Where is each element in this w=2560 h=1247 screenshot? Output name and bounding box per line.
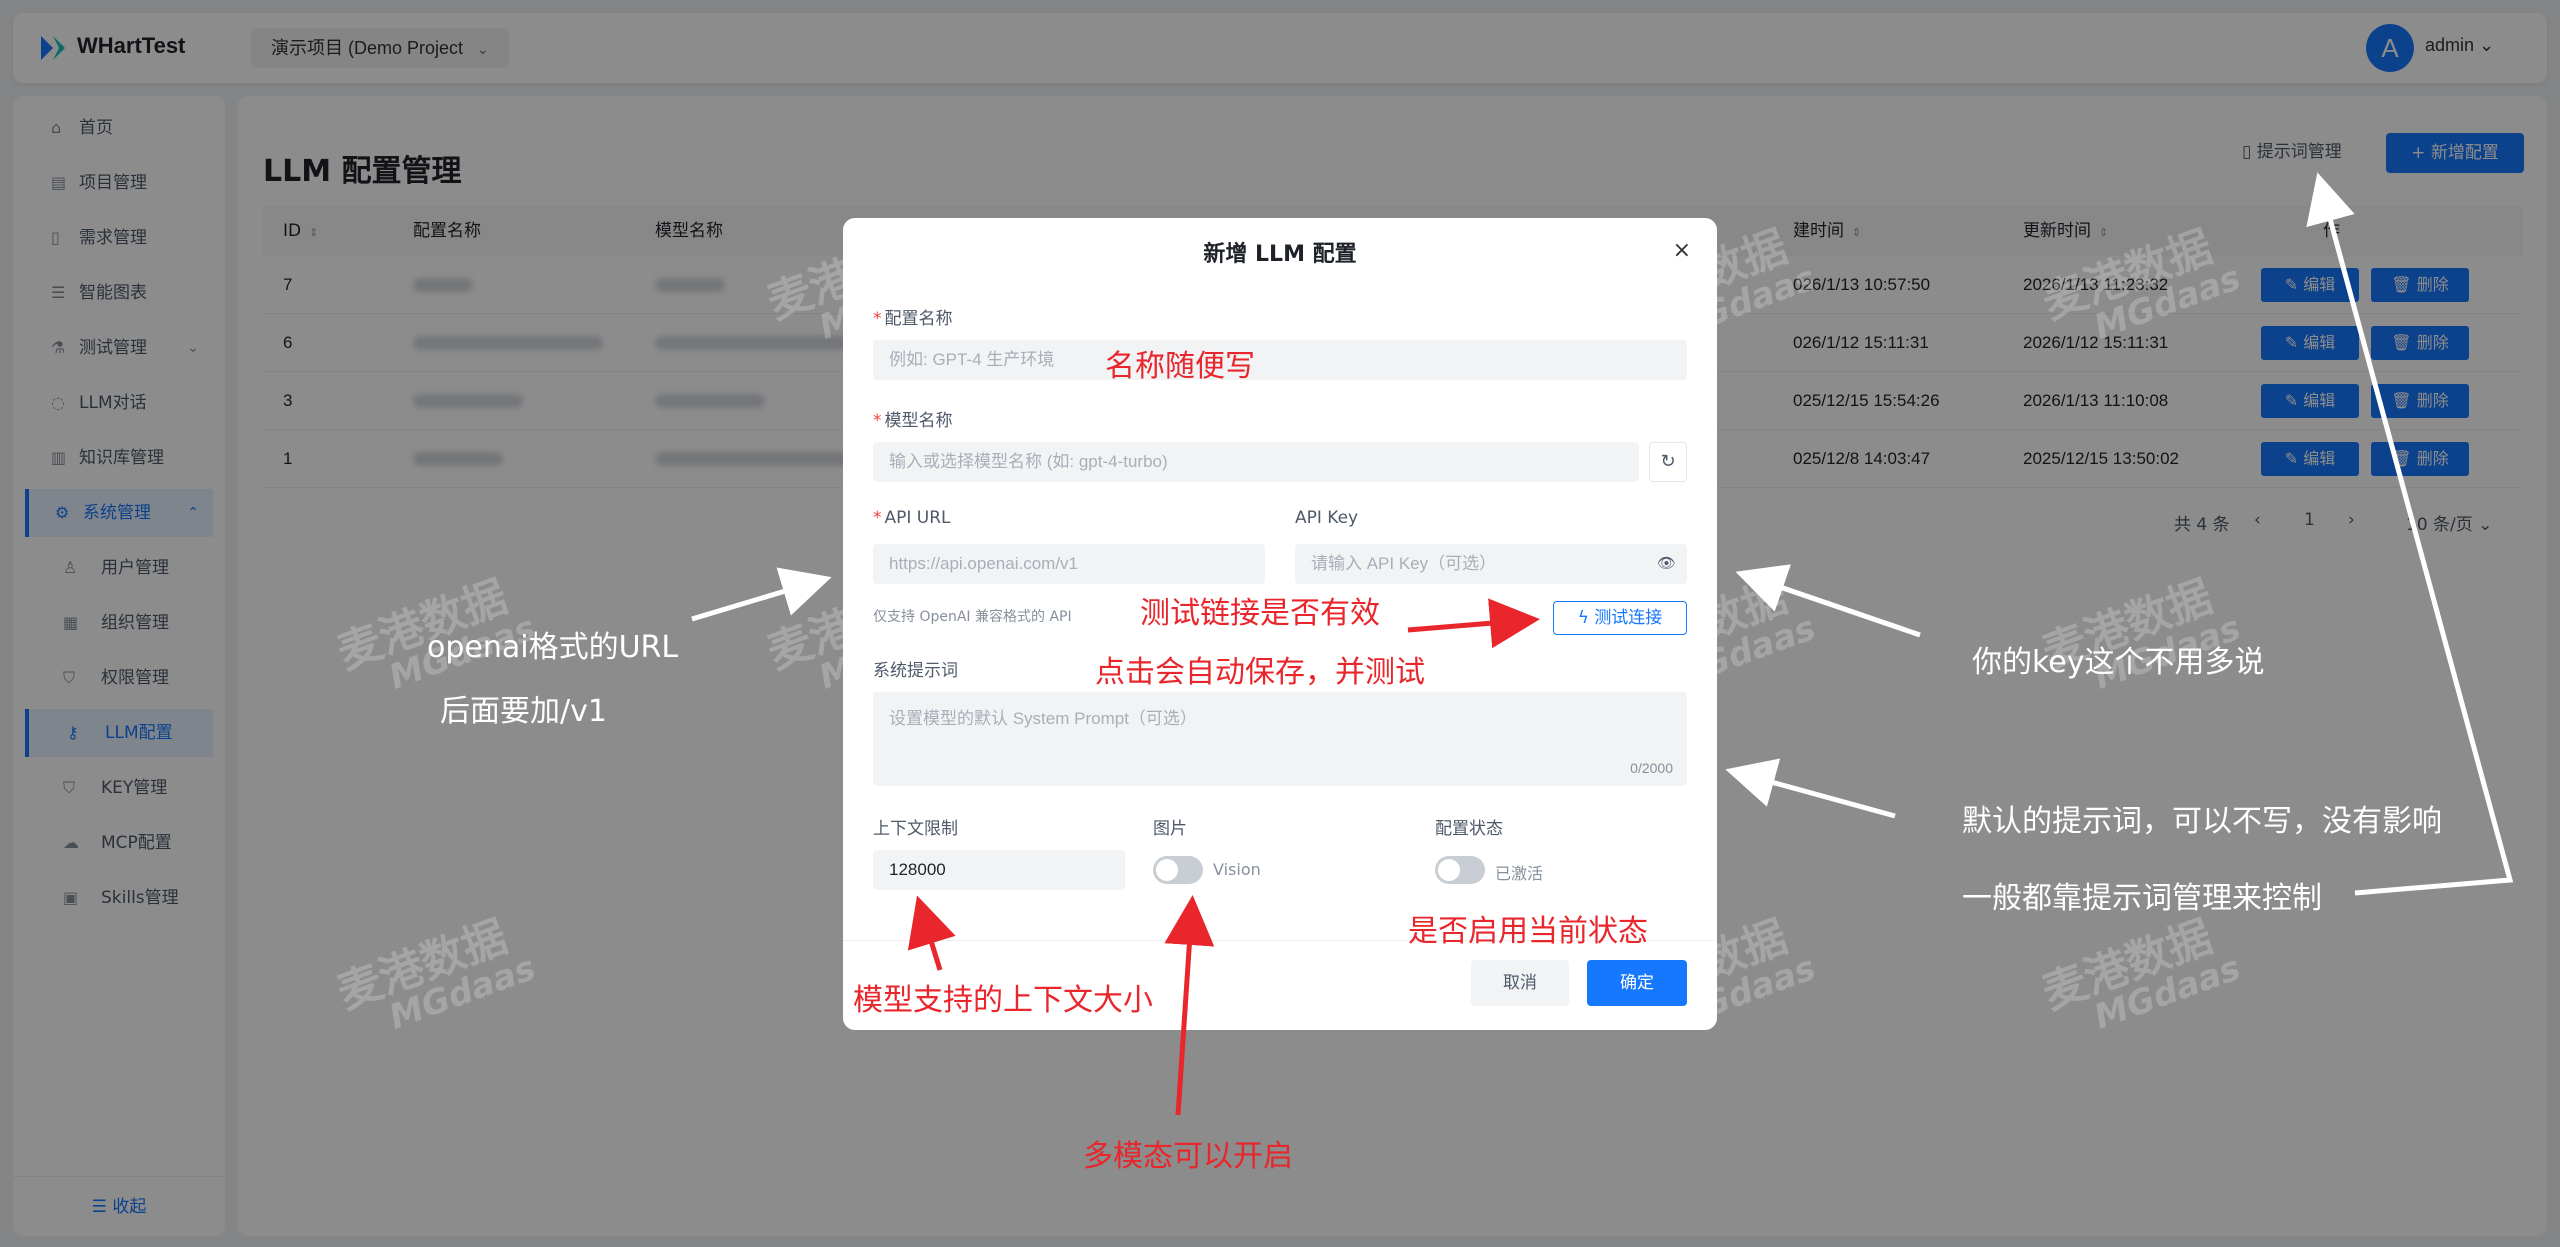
dialog-title: 新增 LLM 配置 [1203, 242, 1357, 267]
annotation-prompt-1: 默认的提示词，可以不写，没有影响 [1962, 804, 2442, 839]
required-mark: * [873, 508, 882, 528]
model-name-input[interactable]: 输入或选择模型名称 (如: gpt-4-turbo) [873, 442, 1639, 482]
vision-toggle[interactable] [1153, 856, 1203, 884]
api-url-input[interactable]: https://api.openai.com/v1 [873, 544, 1265, 584]
context-limit-input[interactable]: 128000 [873, 850, 1125, 890]
api-url-label: * API URL [873, 508, 951, 528]
annotation-test-1: 测试链接是否有效 [1140, 596, 1380, 631]
compat-hint: 仅支持 OpenAI 兼容格式的 API [873, 609, 1072, 625]
annotation-url-1: openai格式的URL [427, 630, 679, 665]
api-key-input[interactable]: 请输入 API Key（可选） [1295, 544, 1687, 584]
annotation-prompt-2: 一般都靠提示词管理来控制 [1962, 881, 2322, 916]
config-name-input[interactable]: 例如: GPT-4 生产环境 [873, 340, 1687, 380]
annotation-url-2: 后面要加/v1 [440, 694, 607, 729]
eye-off-icon[interactable]: 👁 [1657, 554, 1676, 572]
annotation-name: 名称随便写 [1105, 349, 1255, 384]
system-prompt-label: 系统提示词 [873, 661, 958, 681]
api-key-label: API Key [1295, 508, 1359, 528]
cancel-button[interactable]: 取消 [1471, 960, 1569, 1006]
model-name-label: * 模型名称 [873, 406, 953, 431]
status-toggle[interactable] [1435, 856, 1485, 884]
context-limit-label: 上下文限制 [873, 819, 958, 839]
config-name-label-text: 配置名称 [884, 309, 953, 329]
annotation-status: 是否启用当前状态 [1408, 914, 1648, 949]
status-toggle-text: 已激活 [1495, 864, 1544, 883]
annotation-vision: 多模态可以开启 [1083, 1139, 1293, 1174]
close-icon[interactable]: × [1673, 238, 1691, 263]
annotation-context: 模型支持的上下文大小 [853, 983, 1153, 1018]
lightning-icon: ϟ [1577, 608, 1589, 628]
api-url-label-text: API URL [884, 508, 951, 528]
system-prompt-textarea[interactable]: 设置模型的默认 System Prompt（可选） 0/2000 [873, 692, 1687, 786]
required-mark: * [873, 309, 882, 329]
annotation-key: 你的key这个不用多说 [1972, 645, 2265, 680]
config-name-label: * 配置名称 [873, 304, 953, 329]
test-connection-label: 测试连接 [1594, 608, 1663, 628]
test-connection-button[interactable]: ϟ 测试连接 [1553, 601, 1687, 635]
refresh-icon[interactable]: ↻ [1649, 442, 1687, 482]
char-counter: 0/2000 [1630, 760, 1673, 776]
required-mark: * [873, 411, 882, 431]
image-label: 图片 [1153, 819, 1187, 839]
system-prompt-placeholder: 设置模型的默认 System Prompt（可选） [889, 709, 1197, 728]
model-name-label-text: 模型名称 [884, 411, 953, 431]
status-label: 配置状态 [1435, 819, 1503, 839]
confirm-button[interactable]: 确定 [1587, 960, 1687, 1006]
annotation-test-2: 点击会自动保存，并测试 [1095, 655, 1425, 690]
vision-toggle-text: Vision [1213, 860, 1261, 879]
